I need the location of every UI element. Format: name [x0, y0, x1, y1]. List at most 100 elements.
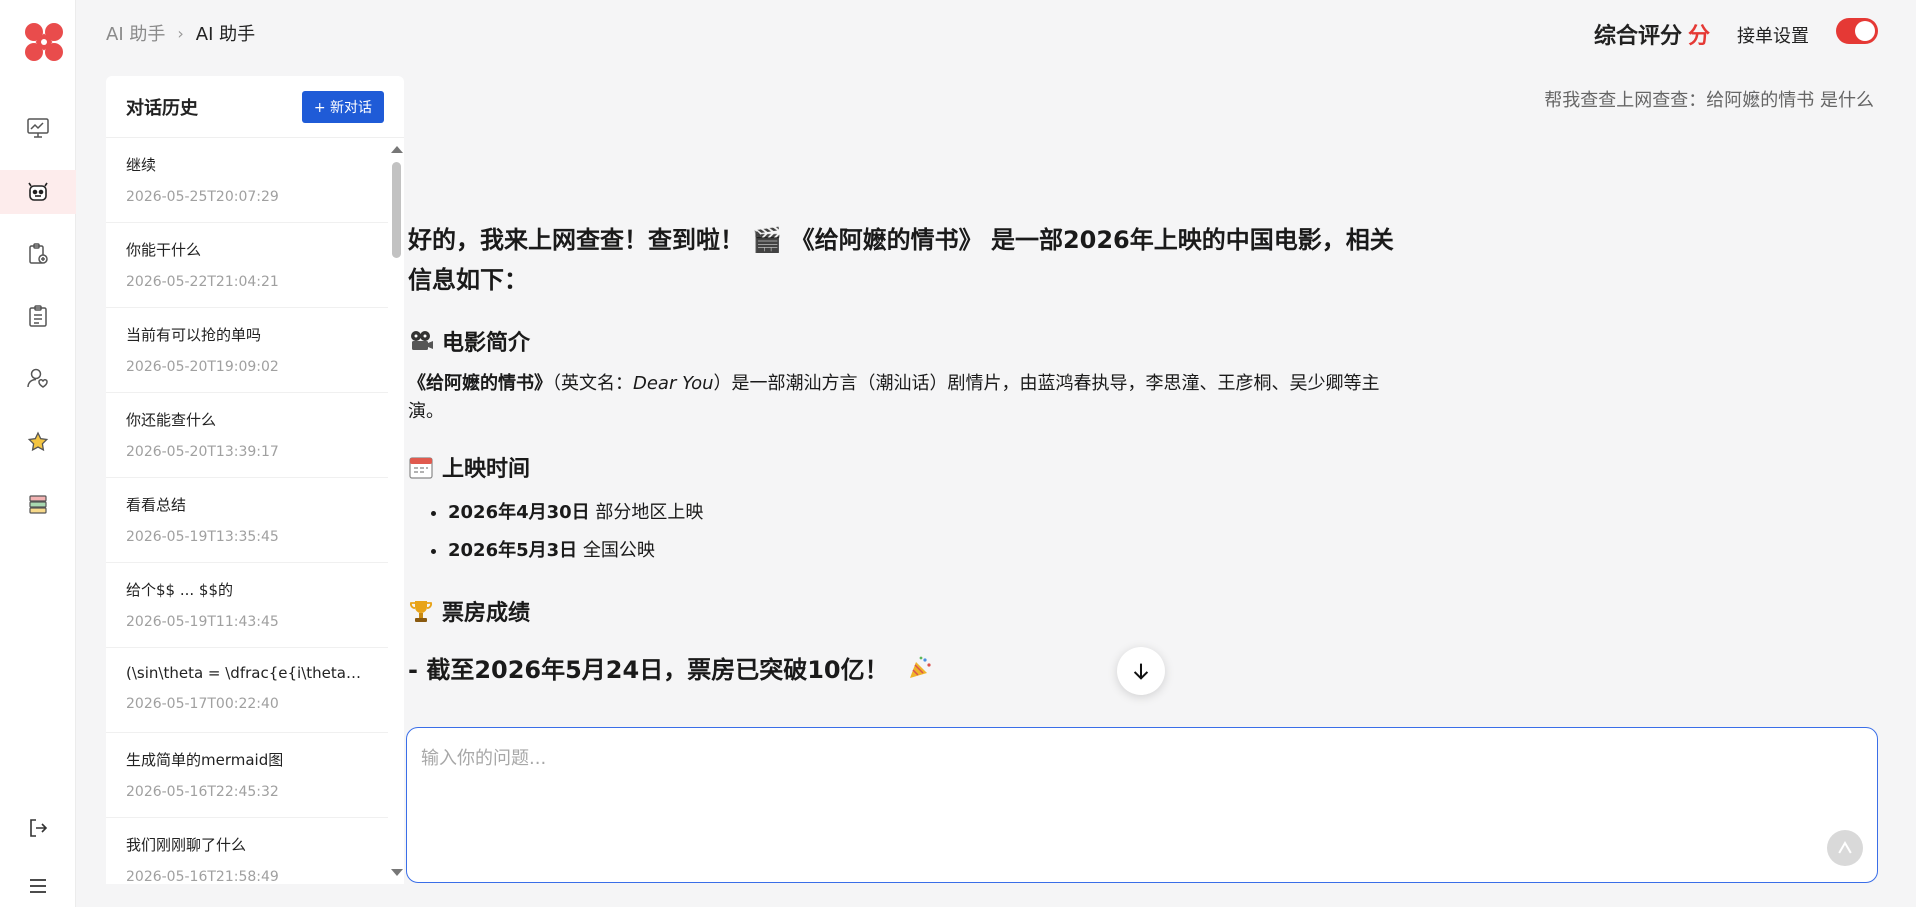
history-header: 对话历史 + 新对话: [106, 76, 404, 138]
release-text: 全国公映: [577, 540, 655, 561]
list-item: 2026年5月3日 全国公映: [448, 532, 1408, 570]
score-unit: 分: [1687, 24, 1710, 49]
party-popper-icon: [907, 655, 933, 681]
sidebar-rail: [0, 0, 76, 907]
menu-icon: [30, 879, 46, 893]
toggle-knob: [1855, 21, 1875, 41]
history-item[interactable]: 继续 2026-05-25T20:07:29: [106, 138, 388, 223]
sidebar-item-library[interactable]: [0, 482, 76, 526]
app-root: AI 助手 › AI 助手 综合评分分 接单设置 对话历史 + 新对话 继续 20…: [0, 0, 1916, 907]
movie-intro: 《给阿嬷的情书》（英文名：Dear You）是一部潮汕方言（潮汕话）剧情片，由蓝…: [408, 370, 1408, 426]
history-item-date: 2026-05-19T13:35:45: [126, 529, 279, 545]
history-item-date: 2026-05-20T19:09:02: [126, 359, 279, 375]
history-list: 继续 2026-05-25T20:07:29 你能干什么 2026-05-22T21…: [106, 138, 388, 884]
books-icon: [29, 495, 47, 514]
score-label: 综合评分: [1593, 24, 1682, 49]
sidebar-item-orders[interactable]: [0, 294, 76, 338]
breadcrumb: AI 助手 › AI 助手: [106, 20, 255, 46]
history-item[interactable]: 我们刚刚聊了什么 2026-05-16T21:58:49: [106, 818, 388, 884]
scroll-thumb[interactable]: [392, 162, 401, 258]
assistant-answer: 好的，我来上网查查！查到啦！ 🎬 《给阿嬷的情书》 是一部2026年上映的中国电…: [408, 220, 1408, 685]
chat-input[interactable]: [421, 744, 1821, 804]
scroll-down-arrow-icon[interactable]: [391, 869, 403, 876]
section-release-heading: 上映时间: [408, 450, 1408, 484]
history-item-title: 你还能查什么: [126, 411, 217, 429]
release-date: 2026年5月3日: [448, 540, 578, 561]
history-item-date: 2026-05-16T21:58:49: [126, 869, 279, 884]
box-office-line: - 截至2026年5月24日，票房已突破10亿！: [408, 650, 1408, 685]
trophy-icon: [408, 598, 434, 624]
history-title: 对话历史: [126, 97, 198, 119]
history-item-title: 生成简单的mermaid图: [126, 751, 284, 769]
order-setting-label: 接单设置: [1737, 26, 1809, 47]
user-heart-icon: [27, 368, 48, 388]
new-chat-button[interactable]: + 新对话: [301, 90, 384, 123]
history-item[interactable]: 给个$$ ... $$的 2026-05-19T11:43:45: [106, 563, 388, 648]
history-item-date: 2026-05-17T00:22:40: [126, 696, 279, 712]
sidebar-item-profile[interactable]: [0, 356, 76, 400]
section-boxoffice-title: 票房成绩: [442, 601, 531, 626]
chat-input-box: [406, 727, 1878, 883]
history-item[interactable]: 生成简单的mermaid图 2026-05-16T22:45:32: [106, 733, 388, 818]
logout-button[interactable]: [0, 806, 76, 850]
history-item[interactable]: 当前有可以抢的单吗 2026-05-20T19:09:02: [106, 308, 388, 393]
sidebar-item-dashboard[interactable]: [0, 106, 76, 150]
history-item-title: (\sin\theta = \dfrac{e{i\theta}...: [126, 664, 368, 682]
arrow-down-icon: [1133, 663, 1149, 680]
chat-area: 帮我查查上网查查：给阿嬷的情书 是什么 好的，我来上网查查！查到啦！ 🎬 《给阿…: [404, 60, 1916, 727]
sidebar-item-new-order[interactable]: [0, 232, 76, 276]
history-item-date: 2026-05-20T13:39:17: [126, 444, 279, 460]
calendar-icon: [408, 454, 434, 480]
history-item-title: 我们刚刚聊了什么: [126, 836, 247, 854]
send-button[interactable]: [1827, 830, 1863, 866]
breadcrumb-current: AI 助手: [195, 24, 256, 45]
menu-button[interactable]: [0, 864, 76, 907]
release-list: 2026年4月30日 部分地区上映 2026年5月3日 全国公映: [408, 494, 1408, 570]
monitor-chart-icon: [27, 118, 49, 138]
chevron-right-icon: ›: [177, 23, 184, 43]
release-date: 2026年4月30日: [448, 502, 590, 523]
clipboard-add-icon: [29, 243, 48, 264]
section-boxoffice-heading: 票房成绩: [408, 594, 1408, 628]
history-item[interactable]: 你还能查什么 2026-05-20T13:39:17: [106, 393, 388, 478]
scroll-to-bottom-button[interactable]: [1117, 647, 1165, 695]
clipboard-list-icon: [29, 305, 47, 327]
logo-icon: [25, 23, 63, 61]
history-item-date: 2026-05-22T21:04:21: [126, 274, 279, 290]
section-release-title: 上映时间: [442, 457, 531, 482]
order-setting-toggle[interactable]: [1836, 18, 1878, 44]
history-panel: 对话历史 + 新对话 继续 2026-05-25T20:07:29 你能干什么 20…: [106, 76, 404, 884]
answer-lead: 好的，我来上网查查！查到啦！ 🎬 《给阿嬷的情书》 是一部2026年上映的中国电…: [408, 226, 1394, 294]
history-item-title: 看看总结: [126, 496, 187, 514]
movie-title: 《给阿嬷的情书》: [408, 373, 552, 394]
sidebar-item-ai-assistant[interactable]: [0, 170, 76, 214]
history-item[interactable]: 看看总结 2026-05-19T13:35:45: [106, 478, 388, 563]
history-item-date: 2026-05-25T20:07:29: [126, 189, 279, 205]
history-item[interactable]: (\sin\theta = \dfrac{e{i\theta}... 2026-0…: [106, 648, 388, 733]
history-item-date: 2026-05-16T22:45:32: [126, 784, 279, 800]
history-item-title: 你能干什么: [126, 241, 202, 259]
history-item[interactable]: 你能干什么 2026-05-22T21:04:21: [106, 223, 388, 308]
user-message: 帮我查查上网查查：给阿嬷的情书 是什么: [1544, 90, 1874, 111]
history-item-title: 当前有可以抢的单吗: [126, 326, 262, 344]
section-intro-heading: 电影简介: [408, 324, 1408, 358]
breadcrumb-parent[interactable]: AI 助手: [106, 20, 165, 46]
scroll-up-arrow-icon[interactable]: [391, 146, 403, 153]
intro-pre: （英文名：: [552, 373, 633, 394]
list-item: 2026年4月30日 部分地区上映: [448, 494, 1408, 532]
history-item-title: 继续: [126, 156, 157, 174]
movie-english-name: Dear You: [633, 373, 714, 394]
release-text: 部分地区上映: [589, 502, 704, 523]
star-icon: [27, 431, 49, 452]
box-office-text: - 截至2026年5月24日，票房已突破10亿！: [408, 656, 889, 684]
film-projector-icon: [408, 328, 434, 354]
send-arrow-icon: [1838, 841, 1852, 854]
score-display: 综合评分分: [1594, 18, 1710, 50]
history-item-date: 2026-05-19T11:43:45: [126, 614, 279, 630]
robot-icon: [28, 182, 48, 201]
history-item-title: 给个$$ ... $$的: [126, 581, 234, 599]
sidebar-item-favorites[interactable]: [0, 420, 76, 464]
logout-icon: [30, 819, 48, 837]
section-intro-title: 电影简介: [442, 331, 531, 356]
history-scrollbar[interactable]: [388, 138, 404, 884]
